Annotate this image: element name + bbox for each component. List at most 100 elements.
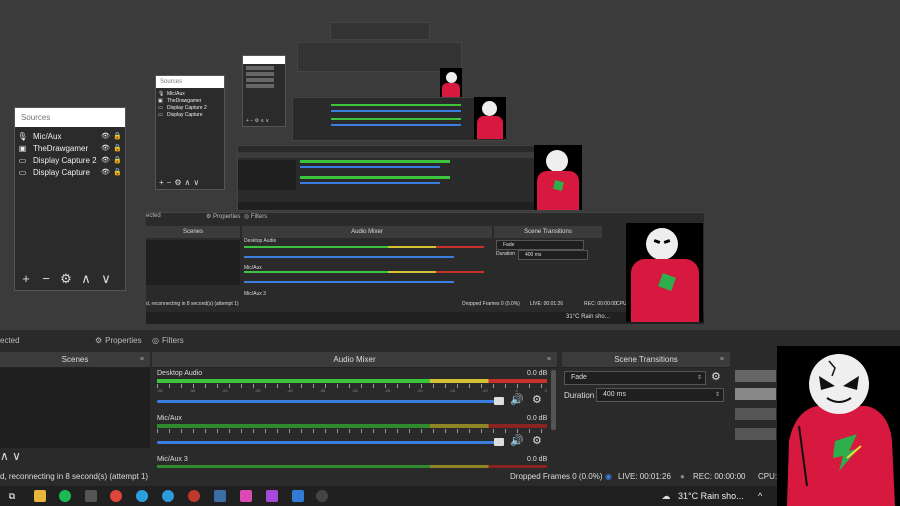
add-source-button[interactable]: + xyxy=(19,272,33,286)
gear-icon[interactable]: ⚙ xyxy=(711,370,721,383)
mid-scenes-list[interactable] xyxy=(146,240,240,285)
dock-menu-icon[interactable]: ≡ xyxy=(547,352,551,368)
spotify-icon[interactable] xyxy=(59,490,71,502)
source-item-small[interactable]: 🎙 Mic/Aux xyxy=(156,90,224,97)
edge-icon[interactable] xyxy=(162,490,174,502)
properties-label: Properties xyxy=(105,335,142,345)
move-up-button[interactable]: ∧ xyxy=(79,272,93,286)
tick-label: -60 xyxy=(157,388,163,393)
lock-icon[interactable]: 🔒 xyxy=(113,168,122,176)
move-up-button[interactable]: ∧ xyxy=(0,449,9,463)
channel-db: 0.0 dB xyxy=(527,415,548,422)
sources-panel-small: Sources 🎙 Mic/Aux ▣ TheDrawgamer ▭ Display … xyxy=(155,75,225,190)
source-item-small[interactable]: ▭ Display Capture 2 xyxy=(156,104,224,111)
volume-slider[interactable] xyxy=(157,441,497,444)
speaker-icon[interactable]: 🔊 xyxy=(510,393,524,406)
tick-label: -50 xyxy=(221,388,228,393)
paint-icon[interactable] xyxy=(240,490,252,502)
volume-slider-thumb[interactable] xyxy=(494,438,504,446)
volume-slider-thumb[interactable] xyxy=(494,397,504,405)
mid-meter-desktop xyxy=(244,246,484,248)
lock-icon[interactable]: 🔒 xyxy=(113,132,122,140)
file-explorer-icon[interactable] xyxy=(34,490,46,502)
dock-menu-icon[interactable]: ≡ xyxy=(720,352,724,368)
sources-toolbar: + − ⚙ ∧ ∨ xyxy=(19,272,113,286)
source-settings-button[interactable]: ⚙ xyxy=(59,272,73,286)
character-image-xsmall xyxy=(440,68,462,98)
remove-source-button[interactable]: − xyxy=(167,178,172,187)
sources-small-title: Sources xyxy=(156,76,224,88)
volume-slider[interactable] xyxy=(157,400,497,403)
mid-transition-select[interactable]: Fade xyxy=(496,240,584,250)
eye-icon[interactable]: 👁 xyxy=(101,144,110,152)
move-down-button[interactable]: ∨ xyxy=(12,449,21,463)
eye-icon[interactable]: 👁 xyxy=(101,156,110,164)
add-source-button[interactable]: + xyxy=(159,178,164,187)
status-bar: d, reconnecting in 8 second(s) (attempt … xyxy=(0,468,780,486)
control-button[interactable] xyxy=(735,428,776,440)
audio-mixer-panel: Desktop Audio 0.0 dB -60 -55 -50 -45 -40 -35 -… xyxy=(152,368,557,468)
heart-app-icon[interactable] xyxy=(266,490,278,502)
audio-mixer-title: Audio Mixer ≡ xyxy=(152,352,557,368)
source-settings-button[interactable]: ⚙ xyxy=(174,178,181,187)
tick-label: -30 xyxy=(351,388,358,393)
move-down-button[interactable]: ∨ xyxy=(99,272,113,286)
character-image-large xyxy=(626,223,703,322)
mid-cut-label: ected xyxy=(146,213,161,219)
screen-recorder-icon[interactable] xyxy=(188,490,200,502)
obs-icon[interactable] xyxy=(316,490,328,502)
chrome-icon[interactable] xyxy=(110,490,122,502)
dock-cut-label: ected xyxy=(0,335,20,345)
mid-volume-desktop[interactable] xyxy=(244,256,454,258)
scenes-list[interactable] xyxy=(0,368,150,448)
tick-label: -55 xyxy=(189,388,196,393)
source-item[interactable]: 🎙 Mic/Aux 👁 🔒 xyxy=(15,130,125,142)
gear-icon[interactable]: ⚙ xyxy=(532,434,542,447)
windows-taskbar: ⧉ ☁ 31°C Rain sho... ^ xyxy=(0,486,900,506)
mid-mic-aux3: Mic/Aux 3 xyxy=(244,291,266,297)
microphone-icon: 🎙 xyxy=(17,131,28,141)
window-capture-icon: ▣ xyxy=(18,143,27,153)
duration-input[interactable]: 400 ms ⇕ xyxy=(596,388,724,402)
lock-icon[interactable]: 🔒 xyxy=(113,156,122,164)
source-item[interactable]: ▣ TheDrawgamer 👁 🔒 xyxy=(15,142,125,154)
mid-duration-input[interactable]: 400 ms xyxy=(518,250,588,260)
mid-volume-mic[interactable] xyxy=(244,281,454,283)
sources-toolbar-small: + − ⚙ ∧ ∨ xyxy=(159,178,199,187)
photos-icon[interactable] xyxy=(292,490,304,502)
source-item-small[interactable]: ▭ Display Capture xyxy=(156,111,224,118)
status-cpu: CPU: xyxy=(758,472,778,481)
eye-icon[interactable]: 👁 xyxy=(101,132,110,140)
control-button[interactable] xyxy=(735,388,776,400)
mixer-scrollbar[interactable] xyxy=(551,370,556,430)
mid-taskbar: 31°C Rain sho... xyxy=(146,312,704,324)
speaker-icon[interactable]: 🔊 xyxy=(510,434,524,447)
app-icon[interactable] xyxy=(214,490,226,502)
control-button[interactable] xyxy=(735,370,776,382)
scenes-toolbar: ∧ ∨ xyxy=(0,449,21,463)
mid-filters-tab[interactable]: ◎ Filters xyxy=(244,213,267,220)
move-down-button[interactable]: ∨ xyxy=(193,178,199,187)
calculator-icon[interactable] xyxy=(85,490,97,502)
move-up-button[interactable]: ∧ xyxy=(185,178,191,187)
character-image-small xyxy=(474,97,506,139)
control-button[interactable] xyxy=(735,408,776,420)
gear-icon[interactable]: ⚙ xyxy=(532,393,542,406)
eye-icon[interactable]: 👁 xyxy=(101,168,110,176)
properties-tab[interactable]: ⚙ Properties xyxy=(95,330,142,350)
source-item-small[interactable]: ▣ TheDrawgamer xyxy=(156,97,224,104)
dock-menu-icon[interactable]: ≡ xyxy=(140,352,144,368)
weather-text[interactable]: 31°C Rain sho... xyxy=(678,491,744,501)
telegram-icon[interactable] xyxy=(136,490,148,502)
filters-tab[interactable]: ◎ Filters xyxy=(152,330,184,350)
meter-ticks xyxy=(157,429,547,433)
task-view-icon[interactable]: ⧉ xyxy=(6,490,18,502)
tray-chevron-icon[interactable]: ^ xyxy=(758,491,762,501)
lock-icon[interactable]: 🔒 xyxy=(113,144,122,152)
source-item[interactable]: ▭ Display Capture 2 👁 🔒 xyxy=(15,154,125,166)
source-item[interactable]: ▭ Display Capture 👁 🔒 xyxy=(15,166,125,178)
remove-source-button[interactable]: − xyxy=(39,272,53,286)
mid-properties-tab[interactable]: ⚙ Properties xyxy=(206,213,240,220)
transition-select[interactable]: Fade ⇕ xyxy=(564,371,706,385)
spinner-icon[interactable]: ⇕ xyxy=(715,389,720,401)
